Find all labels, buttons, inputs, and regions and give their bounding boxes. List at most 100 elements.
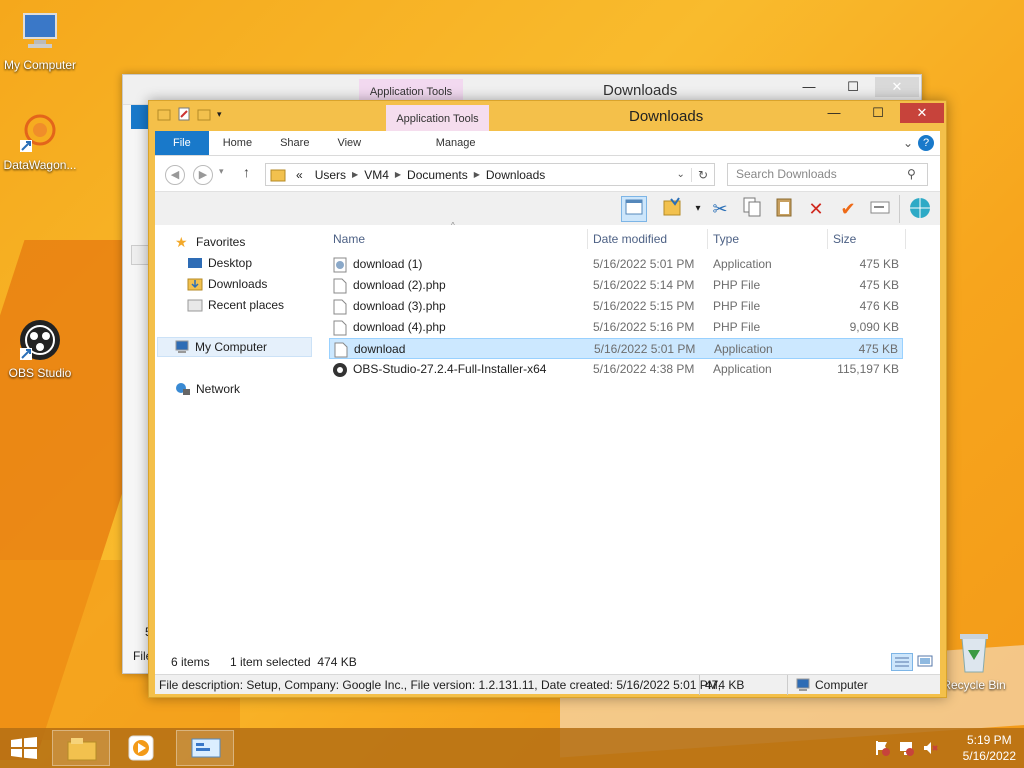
nav-favorites[interactable]: ★ Favorites: [175, 232, 245, 252]
breadcrumb-documents[interactable]: Documents: [407, 168, 468, 182]
rename-icon[interactable]: ✔: [835, 196, 861, 222]
file-row[interactable]: download (2).php 5/16/2022 5:14 PM PHP F…: [329, 275, 903, 296]
file-type: Application: [713, 257, 772, 271]
clock-date: 5/16/2022: [962, 749, 1016, 763]
window-title: Downloads: [603, 82, 678, 99]
file-row[interactable]: download (3).php 5/16/2022 5:15 PM PHP F…: [329, 296, 903, 317]
clock[interactable]: 5:19 PM 5/16/2022: [963, 732, 1016, 764]
nav-desktop[interactable]: Desktop: [187, 253, 252, 273]
nav-recent-places[interactable]: Recent places: [187, 295, 284, 315]
volume-muted-icon[interactable]: [922, 740, 938, 759]
breadcrumb-downloads[interactable]: Downloads: [486, 168, 545, 182]
file-row[interactable]: download (4).php 5/16/2022 5:16 PM PHP F…: [329, 317, 903, 338]
copy-icon[interactable]: [739, 196, 765, 222]
column-header-size[interactable]: Size: [833, 229, 856, 249]
cut-icon[interactable]: ✂: [707, 196, 733, 222]
column-header-date[interactable]: Date modified: [593, 229, 667, 249]
close-button[interactable]: ✕: [875, 77, 919, 97]
desktop-icon: [187, 256, 203, 270]
taskbar-control-panel[interactable]: [176, 730, 234, 766]
application-icon: [333, 257, 347, 273]
search-icon[interactable]: ⚲: [907, 167, 916, 181]
start-button[interactable]: [10, 737, 38, 759]
minimize-button[interactable]: —: [812, 103, 856, 123]
search-input[interactable]: Search Downloads: [727, 163, 928, 186]
address-bar[interactable]: « Users ▶ VM4 ▶ Documents ▶ Downloads ⌄ …: [265, 163, 715, 186]
nav-my-computer[interactable]: My Computer: [157, 337, 312, 357]
breadcrumb-separator-icon[interactable]: ▶: [352, 170, 358, 179]
new-folder-icon[interactable]: [197, 107, 211, 121]
file-row-selected[interactable]: download 5/16/2022 5:01 PM Application 4…: [329, 338, 903, 359]
explorer-window[interactable]: ▾ Application Tools Downloads — ☐ ✕ File…: [148, 100, 947, 698]
tab-view[interactable]: View: [323, 131, 375, 155]
file-icon: [333, 320, 347, 336]
forward-button[interactable]: ▶: [193, 165, 213, 185]
file-size: 476 KB: [859, 299, 899, 313]
details-view-icon[interactable]: [891, 653, 913, 671]
desktop-icon-datawagon[interactable]: DataWagon...: [0, 110, 80, 172]
breadcrumb-users[interactable]: Users: [315, 168, 346, 182]
move-to-folder-icon[interactable]: [660, 196, 686, 222]
breadcrumb-vm4[interactable]: VM4: [364, 168, 389, 182]
tab-manage[interactable]: Manage: [404, 131, 507, 155]
breadcrumb-separator-icon[interactable]: ▶: [474, 170, 480, 179]
taskbar-file-explorer[interactable]: [52, 730, 110, 766]
desktop-icon-label: My Computer: [3, 58, 77, 72]
column-divider[interactable]: [707, 229, 708, 249]
back-button[interactable]: ◀: [165, 165, 185, 185]
column-divider[interactable]: [827, 229, 828, 249]
file-row[interactable]: download (1) 5/16/2022 5:01 PM Applicati…: [329, 254, 903, 275]
file-date: 5/16/2022 5:14 PM: [593, 278, 695, 292]
column-divider[interactable]: [905, 229, 906, 249]
desktop-icon-obs[interactable]: OBS Studio: [0, 318, 80, 380]
customize-qat-icon[interactable]: ▾: [217, 107, 231, 121]
column-divider[interactable]: [587, 229, 588, 249]
taskbar: 5:19 PM 5/16/2022: [0, 728, 1024, 768]
expand-ribbon-chevron-icon[interactable]: ⌄: [898, 131, 918, 155]
desktop-icon-my-computer[interactable]: My Computer: [0, 10, 80, 72]
application-tools-tab: Application Tools: [386, 105, 489, 131]
file-list: ^ Name Date modified Type Size download …: [327, 221, 940, 650]
star-icon: ★: [175, 234, 188, 250]
file-icon: [333, 278, 347, 294]
minimize-button[interactable]: —: [787, 77, 831, 97]
delete-icon[interactable]: ✕: [803, 196, 829, 222]
taskbar-media-player-icon[interactable]: [126, 734, 156, 762]
address-prefix[interactable]: «: [296, 168, 303, 182]
close-button[interactable]: ✕: [900, 103, 944, 123]
file-details-text: File description: Setup, Company: Google…: [159, 678, 722, 692]
address-dropdown-icon[interactable]: ⌄: [677, 169, 685, 180]
tab-share[interactable]: Share: [266, 131, 323, 155]
folder-icon[interactable]: [157, 107, 171, 121]
up-button[interactable]: ↑: [243, 164, 250, 180]
help-icon[interactable]: ?: [918, 135, 934, 151]
details-divider: [699, 675, 700, 695]
properties-icon[interactable]: [867, 196, 893, 222]
recent-locations-chevron-icon[interactable]: ▾: [219, 166, 224, 177]
network-status-icon[interactable]: [898, 740, 914, 759]
ribbon-tabs: File Home Share View Manage ⌄ ?: [155, 131, 940, 155]
tab-file[interactable]: File: [155, 131, 209, 155]
file-name: OBS-Studio-27.2.4-Full-Installer-x64: [353, 362, 547, 376]
paste-icon[interactable]: [771, 196, 797, 222]
properties-icon[interactable]: [177, 107, 191, 121]
nav-network[interactable]: Network: [175, 379, 240, 399]
nav-label: My Computer: [195, 340, 268, 354]
action-center-flag-icon[interactable]: [874, 740, 890, 759]
breadcrumb-separator-icon[interactable]: ▶: [395, 170, 401, 179]
title-bar[interactable]: ▾ Application Tools Downloads — ☐ ✕: [149, 101, 946, 131]
large-icons-view-icon[interactable]: [915, 653, 937, 671]
nav-downloads[interactable]: Downloads: [187, 274, 267, 294]
refresh-icon[interactable]: ↻: [690, 167, 714, 182]
toolbar: ▾ ✂ ✕ ✔: [155, 191, 940, 225]
recycle-bin-icon: [952, 630, 996, 674]
tab-home[interactable]: Home: [209, 131, 266, 155]
file-name: download (3).php: [353, 299, 446, 313]
maximize-button[interactable]: ☐: [856, 103, 900, 123]
column-header-name[interactable]: Name: [333, 229, 365, 249]
file-row[interactable]: OBS-Studio-27.2.4-Full-Installer-x64 5/1…: [329, 359, 903, 380]
preview-pane-icon[interactable]: [621, 196, 647, 222]
column-header-type[interactable]: Type: [713, 229, 739, 249]
globe-icon[interactable]: [907, 196, 933, 222]
maximize-button[interactable]: ☐: [831, 77, 875, 97]
